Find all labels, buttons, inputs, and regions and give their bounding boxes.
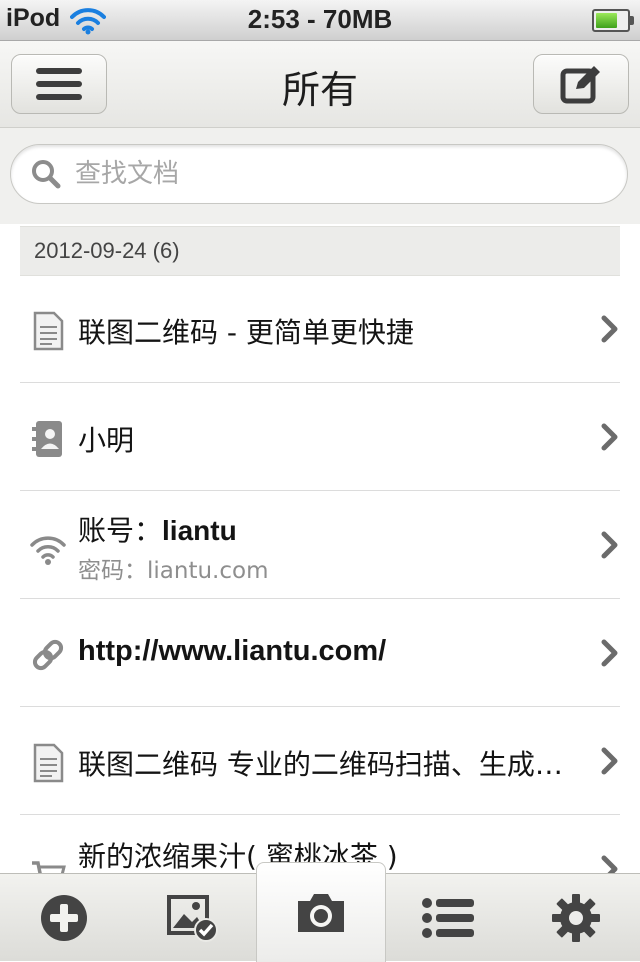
camera-icon (298, 893, 344, 932)
list-icon (422, 897, 474, 938)
document-icon (33, 743, 64, 783)
chevron-right-icon (601, 315, 618, 343)
item-subtitle: 密码：liantu.com (78, 558, 269, 584)
list-item[interactable]: 账号：liantu 密码：liantu.com (0, 491, 640, 599)
account-value: liantu (162, 515, 237, 546)
document-icon (33, 311, 64, 351)
search-area (0, 128, 640, 224)
item-title: 账号：liantu (78, 509, 570, 549)
bottom-tab-bar (0, 862, 640, 962)
hamburger-menu-icon (36, 68, 82, 100)
tab-history-list[interactable] (384, 874, 512, 961)
chevron-right-icon (601, 639, 618, 667)
item-title: 小明 (78, 424, 135, 457)
search-box[interactable] (10, 144, 628, 204)
compose-button[interactable] (533, 54, 629, 114)
navigation-bar: 所有 (0, 41, 640, 128)
compose-edit-icon (560, 66, 600, 104)
search-icon (32, 160, 61, 189)
list-item[interactable]: 小明 (0, 383, 640, 491)
item-title: http://www.liantu.com/ (78, 635, 387, 667)
page-title: 所有 (281, 68, 358, 112)
add-circle-icon (41, 894, 87, 941)
battery-icon (592, 9, 634, 32)
list-item[interactable]: 联图二维码 专业的二维码扫描、生成工具 (0, 707, 640, 815)
search-input[interactable] (73, 153, 597, 195)
tab-add[interactable] (0, 874, 128, 961)
wifi-icon (30, 536, 66, 565)
tab-camera-scan[interactable] (256, 862, 386, 962)
account-label: 账号： (78, 514, 163, 547)
list-item[interactable]: http://www.liantu.com/ (0, 599, 640, 707)
chevron-right-icon (601, 531, 618, 559)
battery-fill (596, 13, 617, 28)
chevron-right-icon (601, 747, 618, 775)
status-time: 2:53 - 70MB (247, 4, 393, 34)
date-section-header: 2012-09-24 (6) (20, 226, 620, 276)
status-bar: iPod 2:53 - 70MB (0, 0, 640, 41)
chevron-right-icon (601, 423, 618, 451)
menu-button[interactable] (11, 54, 107, 114)
gear-icon (552, 893, 600, 942)
item-title: 联图二维码 - 更简单更快捷 (78, 316, 414, 349)
image-check-icon (167, 894, 218, 942)
date-section-label: 2012-09-24 (6) (34, 238, 180, 263)
tab-image-scan[interactable] (128, 874, 256, 961)
item-title: 联图二维码 专业的二维码扫描、生成工具 (78, 748, 570, 781)
tab-settings[interactable] (512, 874, 640, 961)
list-item[interactable]: 联图二维码 - 更简单更快捷 (0, 275, 640, 383)
link-icon (32, 639, 64, 671)
contact-card-icon (32, 421, 62, 457)
